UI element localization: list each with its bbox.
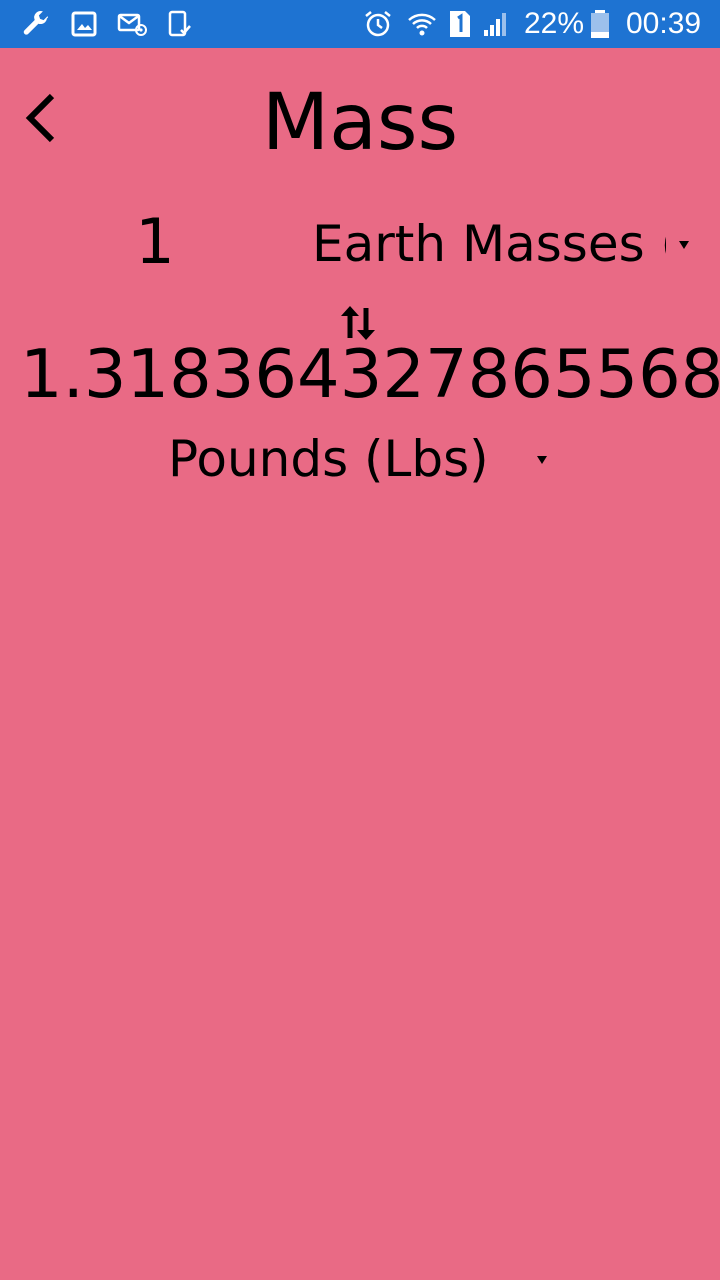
to-unit-label: Pounds (Lbs) [168,430,489,488]
page-title: Mass [261,78,459,168]
from-unit-label: Earth Masses ( [312,215,666,273]
result-value: 1.3183643278655685e [20,335,720,413]
wifi-icon [408,13,436,36]
from-unit-dropdown[interactable]: Earth Masses ( [312,214,692,274]
clock: 00:39 [626,7,702,40]
to-unit-dropdown[interactable]: Pounds (Lbs) [168,428,558,490]
email-icon [117,13,147,36]
alarm-icon [365,11,391,37]
battery-icon [591,10,609,38]
status-bar: 22% 00:39 [0,0,720,48]
image-icon [71,11,97,37]
battery-percent: 22% [524,7,585,40]
input-value-field[interactable] [110,204,200,280]
wrench-icon [23,11,48,35]
phone-check-icon [168,10,191,37]
signal-icon [484,13,506,36]
dropdown-arrow-icon [537,456,547,464]
dropdown-arrow-icon [679,241,689,249]
sim-1-icon [450,11,470,37]
mass-converter-screen: Mass Earth Masses ( 1.3183643278655685e … [0,48,720,1280]
